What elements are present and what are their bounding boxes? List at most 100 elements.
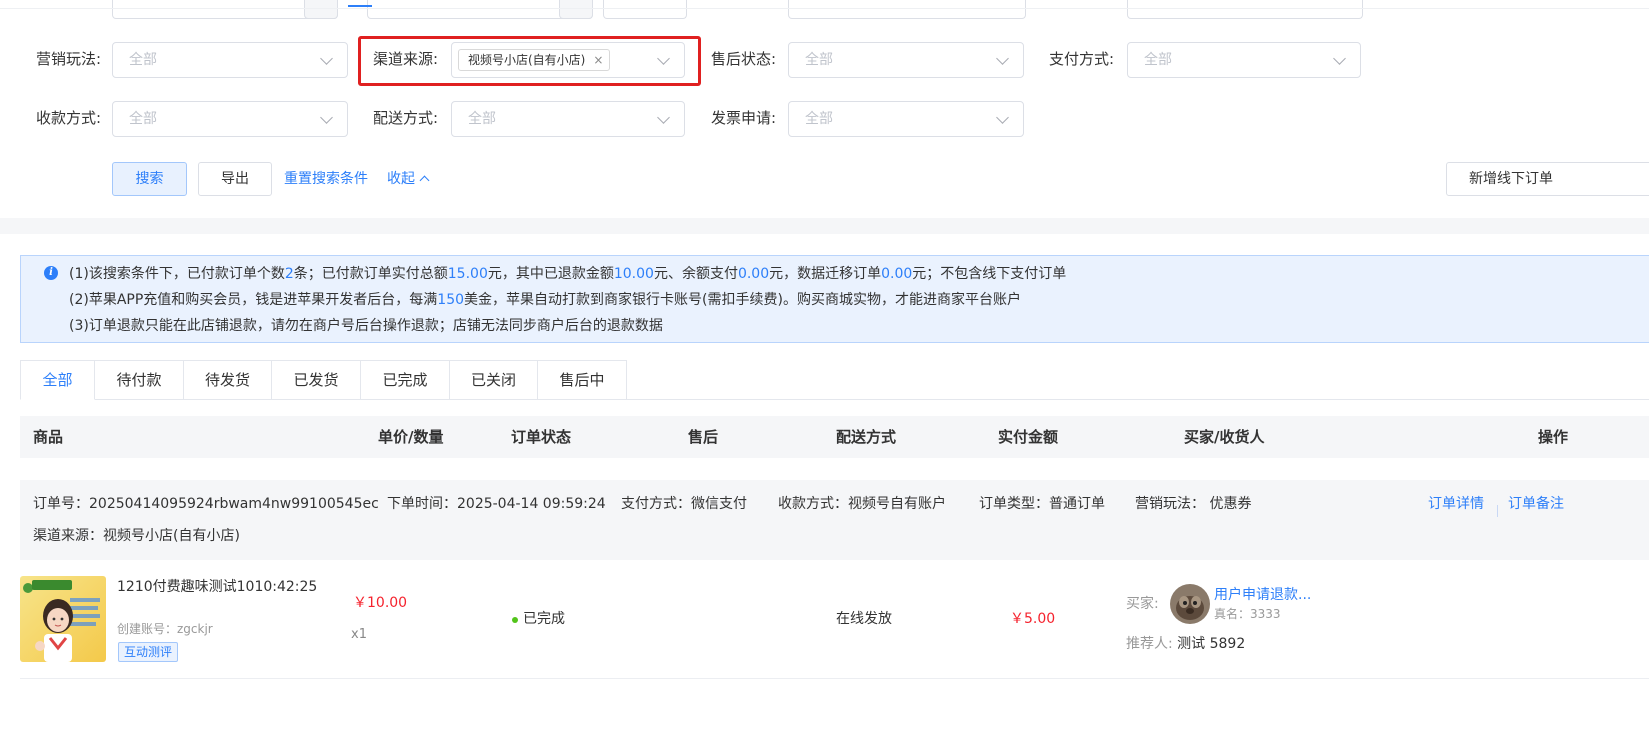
order-status: 已完成 xyxy=(523,611,565,627)
after-sale-status-placeholder: 全部 xyxy=(805,52,833,68)
cutoff-select-4[interactable] xyxy=(788,0,1026,19)
th-product: 商品 xyxy=(33,428,64,446)
tab-pending-shipment[interactable]: 待发货 xyxy=(184,360,272,400)
payment-method-select[interactable]: 全部 xyxy=(1127,42,1361,78)
paid-total-amount: 15.00 xyxy=(447,266,488,282)
th-after-sale: 售后 xyxy=(688,428,719,446)
cutoff-select-2-addon xyxy=(559,0,593,19)
referrer: 推荐人: 测试 5892 xyxy=(1126,634,1245,654)
info-text: 元，其中已退款金额 xyxy=(487,266,614,282)
order-note-link[interactable]: 订单备注 xyxy=(1508,494,1564,514)
product-image xyxy=(20,576,106,662)
cutoff-select-3[interactable] xyxy=(603,0,687,19)
th-unit-price-qty: 单价/数量 xyxy=(378,428,444,446)
collection-method-placeholder: 全部 xyxy=(129,111,157,127)
order-collection-method: 收款方式：视频号自有账户 xyxy=(778,496,946,512)
info-text: 元，数据迁移订单 xyxy=(769,266,882,282)
collapse-link[interactable]: 收起 xyxy=(387,169,430,189)
tab-all[interactable]: 全部 xyxy=(20,360,95,400)
payment-method-placeholder: 全部 xyxy=(1144,52,1172,68)
apple-threshold: 150 xyxy=(437,292,465,308)
order-payment-method: 支付方式：微信支付 xyxy=(621,496,747,512)
search-button[interactable]: 搜索 xyxy=(112,162,187,196)
order-type: 订单类型：普通订单 xyxy=(979,496,1105,512)
info-text: 元、余额支付 xyxy=(653,266,738,282)
quantity: x1 xyxy=(351,627,367,642)
referrer-value: 测试 5892 xyxy=(1177,636,1246,652)
order-channel-source: 渠道来源：视频号小店(自有小店) xyxy=(33,528,240,544)
chevron-down-icon xyxy=(320,111,333,124)
invoice-request-select[interactable]: 全部 xyxy=(788,101,1024,137)
tab-completed[interactable]: 已完成 xyxy=(361,360,450,400)
tab-closed[interactable]: 已关闭 xyxy=(450,360,538,400)
th-order-status: 订单状态 xyxy=(511,428,572,446)
info-line-2: (2)苹果APP充值和购买会员，钱是进苹果开发者后台，每满150美金，苹果自动打… xyxy=(69,290,1021,310)
info-line-1: (1)该搜索条件下，已付款订单个数2条；已付款订单实付总额15.00元，其中已退… xyxy=(69,264,1066,284)
order-marketing-play: 营销玩法： 优惠券 xyxy=(1135,496,1252,512)
order-detail-link[interactable]: 订单详情 xyxy=(1428,494,1484,514)
order-time: 下单时间：2025-04-14 09:59:24 xyxy=(387,496,606,512)
info-text: (1)该搜索条件下，已付款订单个数 xyxy=(69,266,285,282)
info-line-3: (3)订单退款只能在此店铺退款，请勿在商户号后台操作退款；店铺无法同步商户后台的… xyxy=(69,318,663,334)
info-text: 条；已付款订单实付总额 xyxy=(293,266,448,282)
invoice-request-placeholder: 全部 xyxy=(805,111,833,127)
product-type-badge: 互动测评 xyxy=(118,642,179,662)
product-thumbnail[interactable] xyxy=(20,576,106,662)
th-actions: 操作 xyxy=(1538,428,1569,446)
marketing-play-label: 营销玩法: xyxy=(36,50,102,68)
after-sale-status-label: 售后状态: xyxy=(711,50,777,68)
info-icon: i xyxy=(44,266,58,280)
info-text: 元；不包含线下支付订单 xyxy=(912,266,1067,282)
paid-amount: ￥5.00 xyxy=(1010,611,1056,627)
tabs-baseline xyxy=(626,399,1649,400)
payment-method-label: 支付方式: xyxy=(1049,50,1115,68)
new-offline-order-button[interactable]: 新增线下订单 xyxy=(1446,162,1649,196)
channel-source-highlight xyxy=(358,36,701,86)
marketing-play-select[interactable]: 全部 xyxy=(112,42,348,78)
cutoff-select-1-addon xyxy=(304,0,338,19)
delivery-method-label: 配送方式: xyxy=(373,109,439,127)
reset-search-link[interactable]: 重置搜索条件 xyxy=(284,169,368,189)
invoice-request-label: 发票申请: xyxy=(711,109,777,127)
delivery-method-select[interactable]: 全部 xyxy=(451,101,685,137)
th-buyer-receiver: 买家/收货人 xyxy=(1184,428,1265,446)
th-paid-amount: 实付金额 xyxy=(998,428,1059,446)
referrer-label: 推荐人: xyxy=(1126,636,1173,652)
buyer-label: 买家: xyxy=(1126,596,1159,612)
chevron-down-icon xyxy=(320,52,333,65)
chevron-up-icon xyxy=(419,175,430,186)
avatar[interactable] xyxy=(1170,584,1210,624)
buyer-name-link[interactable]: 用户申请退款... xyxy=(1214,585,1311,605)
tab-pending-payment[interactable]: 待付款 xyxy=(95,360,184,400)
collapse-label: 收起 xyxy=(387,171,415,187)
info-text: (2)苹果APP充值和购买会员，钱是进苹果开发者后台，每满 xyxy=(69,292,438,308)
section-divider xyxy=(0,218,1649,234)
th-delivery: 配送方式 xyxy=(836,428,897,446)
unit-price: ￥10.00 xyxy=(353,595,408,611)
export-button[interactable]: 导出 xyxy=(198,162,272,196)
collection-method-label: 收款方式: xyxy=(36,109,102,127)
delivery-method-placeholder: 全部 xyxy=(468,111,496,127)
refunded-amount: 10.00 xyxy=(613,266,654,282)
buyer-real-name: 真名：3333 xyxy=(1214,607,1281,621)
buyer-avatar-image xyxy=(1170,584,1210,624)
order-number: 订单号：20250414095924rbwam4nw99100545ec xyxy=(33,496,379,512)
cutoff-select-5[interactable] xyxy=(1127,0,1363,19)
paid-order-count: 2 xyxy=(284,266,294,282)
creator-account: 创建账号：zgckjr xyxy=(117,622,213,636)
status-dot-icon xyxy=(512,617,518,623)
chevron-down-icon xyxy=(657,111,670,124)
order-meta-block xyxy=(20,480,1649,560)
tab-after-sale[interactable]: 售后中 xyxy=(538,360,627,400)
after-sale-status-select[interactable]: 全部 xyxy=(788,42,1024,78)
collection-method-select[interactable]: 全部 xyxy=(112,101,348,137)
migrated-amount: 0.00 xyxy=(881,266,913,282)
balance-paid-amount: 0.00 xyxy=(737,266,770,282)
order-table-header: 商品 单价/数量 订单状态 售后 配送方式 实付金额 买家/收货人 操作 xyxy=(20,416,1649,458)
marketing-play-placeholder: 全部 xyxy=(129,52,157,68)
chevron-down-icon xyxy=(1333,52,1346,65)
chevron-down-icon xyxy=(996,111,1009,124)
product-name[interactable]: 1210付费趣味测试1010:42:25 xyxy=(117,577,317,597)
info-text: 美金，苹果自动打款到商家银行卡账号(需扣手续费)。购买商城实物，才能进商家平台账… xyxy=(464,292,1021,308)
tab-shipped[interactable]: 已发货 xyxy=(272,360,361,400)
